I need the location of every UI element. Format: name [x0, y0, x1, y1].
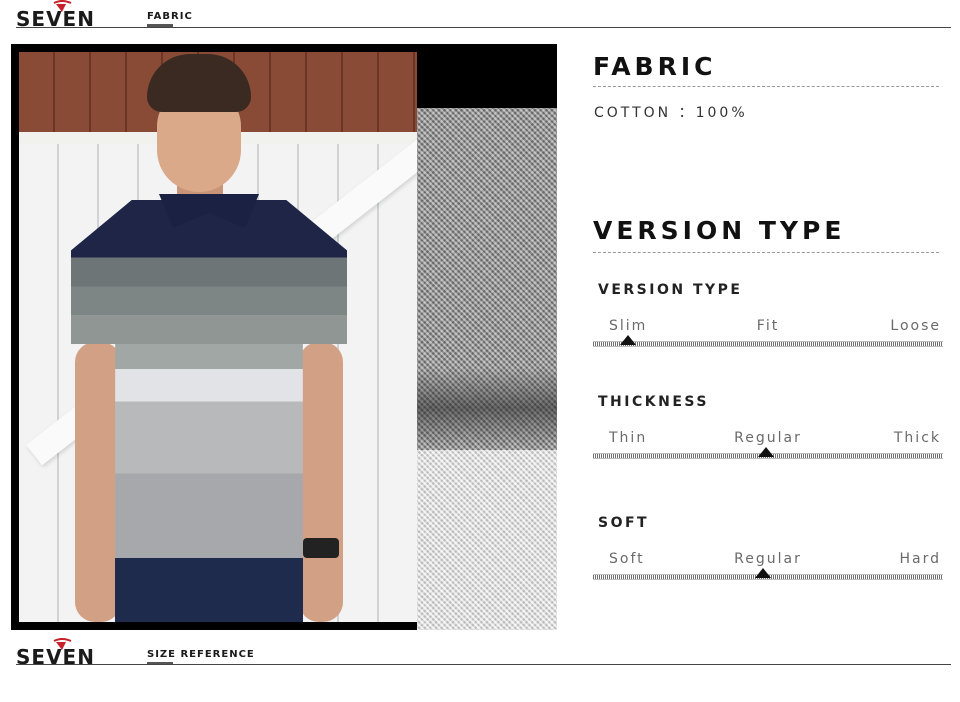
header-rule [16, 27, 951, 28]
header-bar: SEVEN FABRIC [16, 0, 951, 30]
footer-bar: SEVEN SIZE REFERENCE [16, 638, 951, 668]
fabric-title: FABRIC [593, 52, 717, 81]
version-type-rule [593, 252, 939, 253]
composition-value: ：100% [678, 105, 748, 121]
scale-label: SOFT [598, 515, 650, 531]
footer-rule [16, 664, 951, 665]
scale-track [593, 341, 943, 347]
scale-label: THICKNESS [598, 394, 709, 410]
scale-marker-icon [620, 335, 636, 345]
fabric-swatch-image [417, 108, 557, 630]
scale-soft: SOFT Soft Regular Hard [593, 515, 943, 595]
section-tag: SIZE REFERENCE [147, 649, 255, 660]
model-figure [59, 52, 359, 622]
fabric-title-rule [593, 86, 939, 87]
composition-label: COTTON [594, 105, 672, 121]
model-photo [19, 52, 417, 622]
scale-marker-icon [755, 568, 772, 578]
scale-option-high: Hard [899, 551, 941, 567]
version-type-title: VERSION TYPE [593, 216, 846, 245]
section-tag: FABRIC [147, 11, 193, 22]
scale-thickness: THICKNESS Thin Regular Thick [593, 394, 943, 474]
product-photo [11, 44, 557, 630]
fabric-composition: COTTON ：100% [594, 102, 748, 122]
scale-option-mid: Regular [734, 551, 802, 567]
scale-option-high: Thick [893, 430, 941, 446]
scale-label: VERSION TYPE [598, 282, 743, 298]
scale-version-type: VERSION TYPE Slim Fit Loose [593, 282, 943, 362]
watch [303, 538, 339, 558]
scale-option-high: Loose [890, 318, 941, 334]
brand-logo[interactable]: SEVEN [16, 0, 124, 30]
scale-option-mid: Regular [734, 430, 802, 446]
jeans [115, 558, 303, 622]
model-hair [147, 54, 251, 112]
scale-marker-icon [758, 447, 775, 457]
